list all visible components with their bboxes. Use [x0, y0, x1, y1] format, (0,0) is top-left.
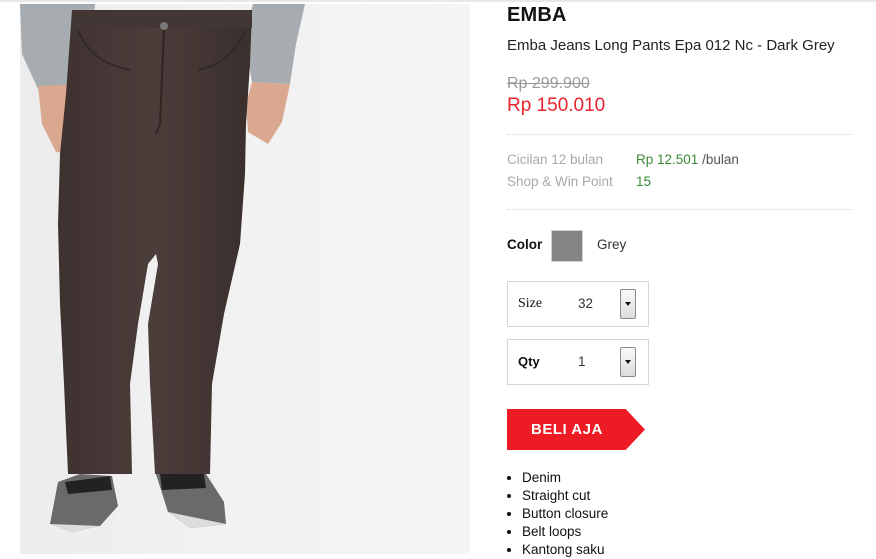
installment-unit: /bulan [702, 152, 739, 167]
list-item: Kantong saku [522, 541, 608, 559]
installment-value: Rp 12.501 [636, 152, 699, 167]
installment-row: Cicilan 12 bulan Rp 12.501 /bulan [507, 152, 739, 167]
brand-name: EMBA [507, 4, 567, 26]
color-swatch-grey[interactable] [551, 230, 583, 262]
points-value: 15 [636, 174, 652, 189]
product-image[interactable] [20, 4, 470, 554]
chevron-down-icon[interactable] [620, 289, 636, 319]
feature-list: Denim Straight cut Button closure Belt l… [507, 469, 608, 559]
original-price: Rp 299.900 [507, 75, 590, 92]
qty-label: Qty [518, 354, 540, 369]
top-border [0, 0, 876, 2]
size-label: Size [518, 296, 543, 311]
list-item: Denim [522, 469, 608, 487]
qty-value: 1 [578, 354, 586, 369]
size-value: 32 [578, 296, 594, 311]
buy-now-button[interactable]: BELI AJA [507, 409, 645, 450]
list-item: Straight cut [522, 487, 608, 505]
points-row: Shop & Win Point 15 [507, 174, 651, 189]
points-label: Shop & Win Point [507, 174, 613, 189]
divider [507, 209, 851, 210]
divider [507, 134, 851, 135]
color-label: Color [507, 237, 543, 252]
chevron-down-icon[interactable] [620, 347, 636, 377]
list-item: Button closure [522, 505, 608, 523]
sale-price: Rp 150.010 [507, 95, 606, 116]
size-select[interactable]: Size 32 [507, 281, 649, 327]
product-title: Emba Jeans Long Pants Epa 012 Nc - Dark … [507, 37, 835, 54]
color-name: Grey [597, 237, 627, 252]
qty-select[interactable]: Qty 1 [507, 339, 649, 385]
list-item: Belt loops [522, 523, 608, 541]
installment-label: Cicilan 12 bulan [507, 152, 604, 167]
